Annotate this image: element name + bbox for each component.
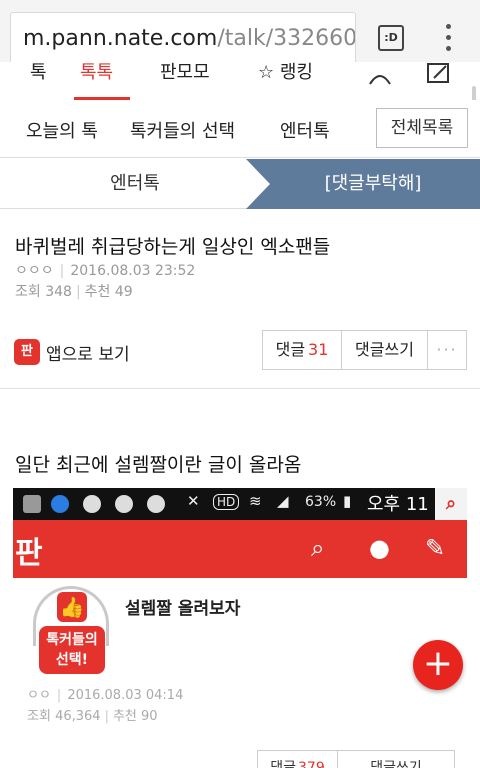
embedded-date: 2016.08.03 04:14 [67, 688, 184, 703]
sub-nav: 오늘의 톡 톡커들의 선택 엔터톡 전체목록 [0, 100, 480, 158]
post-title: 바퀴벌레 취급당하는게 일상인 엑소팬들 [15, 236, 331, 258]
embedded-views: 46,364 [55, 709, 101, 724]
views-label: 조회 [15, 284, 41, 300]
top-nav-item[interactable]: 판모모 [160, 62, 210, 84]
battery-percent: 63% [305, 494, 337, 510]
comments-label: 댓글 [275, 340, 306, 359]
top-nav-item-active[interactable]: 톡톡 [80, 62, 113, 84]
embedded-screenshot-image: ✕ HD ≋ ◢ 63% ▮ 오후 11 ⌕ 판 ⌕ ● ✎ 👍 톡커들의선택!… [13, 488, 467, 768]
more-options-button[interactable]: ··· [428, 331, 466, 369]
write-comment-button[interactable]: 댓글쓰기 [342, 331, 428, 369]
embedded-views-label: 조회 [27, 709, 51, 724]
hd-badge: HD [213, 494, 240, 510]
top-nav: 톡 톡톡 판모모 ☆ 랭킹 [0, 62, 480, 100]
thumbs-up-icon: 👍 [57, 592, 87, 622]
post-stats: 조회 348 | 추천 49 [15, 284, 133, 300]
views-count: 348 [45, 284, 72, 300]
pann-app-icon: 판 [14, 339, 40, 365]
post-action-buttons: 댓글 31 댓글쓰기 ··· [262, 330, 467, 370]
comments-button[interactable]: 댓글 31 [263, 331, 342, 369]
pann-logo: 판 [15, 536, 43, 571]
messenger-icon [115, 495, 133, 513]
wifi-icon: ≋ [249, 492, 262, 510]
badge-line2: 선택! [55, 652, 89, 668]
write-icon[interactable] [424, 62, 452, 86]
embedded-comment-label: 댓글 [270, 760, 297, 768]
url-bar[interactable]: m.pann.nate.com/talk/33266017C [10, 12, 356, 64]
sub-nav-item-entertain[interactable]: 엔터톡 [280, 117, 330, 143]
messenger-icon [147, 495, 165, 513]
embedded-app-header: 판 ⌕ ● ✎ [13, 520, 467, 578]
embedded-likes: 90 [141, 709, 158, 724]
messenger-icon [83, 495, 101, 513]
embedded-stats: 조회 46,364 | 추천 90 [27, 709, 158, 724]
post-body-text: 일단 최근에 설렘짤이란 글이 올라옴 [15, 454, 302, 476]
open-in-app-label: 앱으로 보기 [46, 344, 130, 365]
overflow-menu-icon[interactable] [438, 24, 458, 54]
all-list-button[interactable]: 전체목록 [376, 108, 468, 148]
tab-switcher-icon[interactable]: :D [378, 25, 404, 51]
top-nav-item[interactable]: ☆ 랭킹 [258, 62, 313, 84]
status-time: 오후 11 [367, 494, 429, 515]
comments-count: 31 [308, 340, 329, 359]
embedded-post-title: 설렘짤 올려보자 [125, 599, 241, 619]
embedded-action-buttons: 댓글 379 댓글쓰기 [257, 750, 455, 768]
embedded-likes-label: 추천 [112, 709, 137, 724]
search-icon: ⌕ [435, 488, 467, 520]
embedded-write-button: 댓글쓰기 [370, 760, 422, 768]
url-host: m.pann.nate.com [23, 26, 218, 51]
post-author-date: ㅇㅇㅇ | 2016.08.03 23:52 [15, 263, 196, 279]
user-icon: ● [369, 534, 390, 562]
embedded-comments-button: 댓글 379 [258, 751, 338, 768]
user-icon[interactable] [366, 62, 394, 86]
search-icon: ⌕ [311, 534, 325, 562]
floating-add-button: + [413, 640, 463, 690]
category-tag[interactable]: [댓글부탁해] [246, 159, 480, 209]
s-app-icon [51, 495, 69, 513]
category-link[interactable]: 엔터톡 [0, 159, 270, 209]
picks-badge: 👍 톡커들의선택! [31, 586, 113, 678]
embedded-author: ㅇㅇ [27, 688, 51, 703]
post-date: 2016.08.03 23:52 [70, 263, 196, 279]
embedded-author-date: ㅇㅇ | 2016.08.03 04:14 [27, 688, 184, 703]
post-author[interactable]: ㅇㅇㅇ [15, 263, 54, 279]
top-nav-item[interactable]: 톡 [30, 62, 47, 84]
sub-nav-item-today[interactable]: 오늘의 톡 [26, 117, 98, 143]
write-icon: ✎ [425, 534, 446, 562]
likes-count: 49 [114, 284, 133, 300]
divider [0, 388, 480, 389]
signal-icon: ◢ [277, 492, 289, 510]
mute-icon: ✕ [187, 492, 200, 510]
open-in-app-link[interactable]: 판 앱으로 보기 [14, 338, 130, 366]
likes-label: 추천 [84, 284, 111, 300]
sub-nav-item-picks[interactable]: 톡커들의 선택 [130, 117, 235, 143]
embedded-status-bar: ✕ HD ≋ ◢ 63% ▮ 오후 11 ⌕ [13, 488, 467, 520]
plus-icon [23, 495, 41, 513]
category-bar: 엔터톡 [댓글부탁해] [0, 159, 480, 209]
embedded-comment-count: 379 [298, 760, 325, 768]
url-path: /talk/33266017C [217, 26, 356, 51]
badge-line1: 톡커들의 [46, 632, 98, 648]
battery-icon: ▮ [343, 492, 352, 510]
